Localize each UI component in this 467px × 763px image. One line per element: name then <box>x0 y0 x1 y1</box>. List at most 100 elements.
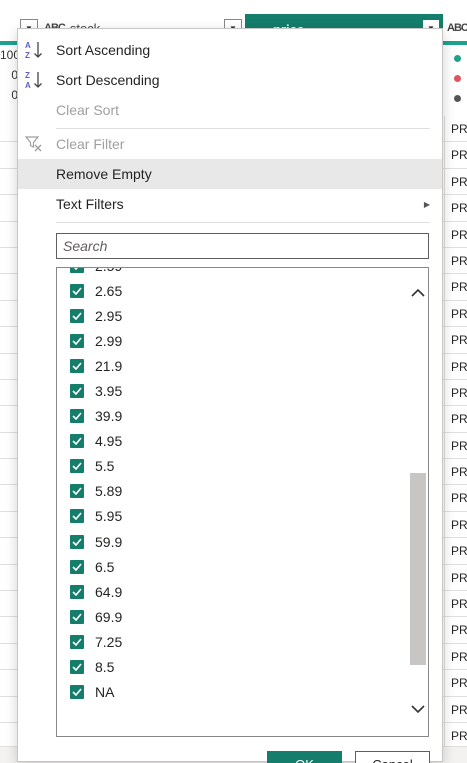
filter-value-item[interactable]: 7.25 <box>57 629 407 654</box>
sort-descending-item[interactable]: Z A Sort Descending <box>18 65 442 95</box>
chevron-down-icon[interactable] <box>407 698 428 720</box>
clear-filter-item[interactable]: Clear Filter <box>18 129 442 159</box>
checkbox-checked-icon[interactable] <box>70 634 84 649</box>
stock-value: 0 <box>11 68 18 82</box>
checkbox-checked-icon[interactable] <box>70 534 84 549</box>
table-cell: PR <box>451 623 467 638</box>
table-cell: PR <box>451 280 467 295</box>
stock-value: 0 <box>11 88 18 102</box>
sort-ascending-item[interactable]: A Z Sort Ascending <box>18 35 442 65</box>
checkbox-checked-icon[interactable] <box>70 384 84 399</box>
column-filter-menu: A Z Sort Ascending Z A Sort Descending C… <box>17 28 443 763</box>
filter-value-label: 5.89 <box>95 483 123 500</box>
table-cell: PR <box>451 359 467 374</box>
text-filters-item[interactable]: Text Filters ▶ <box>18 189 442 219</box>
sort-ascending-icon: A Z <box>24 40 44 60</box>
filter-value-item[interactable]: 5.5 <box>57 454 407 479</box>
table-cell: PR <box>451 676 467 691</box>
checkbox-checked-icon[interactable] <box>70 584 84 599</box>
filter-value-item[interactable]: 3.95 <box>57 378 407 403</box>
filter-value-item[interactable]: 64.9 <box>57 579 407 604</box>
text-type-icon: ABC <box>447 22 467 34</box>
checkbox-checked-icon[interactable] <box>70 660 84 675</box>
filter-values-list[interactable]: 2.59 2.65 2.95 2.99 21.9 3.95 39.9 4.95 5.5 5.89 5… <box>56 267 429 737</box>
checkbox-checked-icon[interactable] <box>70 268 84 273</box>
table-cell: PR <box>451 253 467 268</box>
checkbox-checked-icon[interactable] <box>70 559 84 574</box>
filter-value-label: 3.95 <box>95 383 123 400</box>
checkbox-checked-icon[interactable] <box>70 685 84 700</box>
text-filters-label: Text Filters <box>56 196 124 212</box>
clear-sort-item[interactable]: Clear Sort <box>18 95 442 125</box>
checkbox-checked-icon[interactable] <box>70 509 84 524</box>
filter-value-item[interactable]: 59.9 <box>57 529 407 554</box>
stock-quality-values: 100 0 0 <box>0 45 20 105</box>
table-cell: PR <box>451 702 467 717</box>
chevron-up-icon[interactable] <box>407 282 428 304</box>
filter-value-label: 2.95 <box>95 307 123 324</box>
filter-value-label: 5.95 <box>95 508 123 525</box>
cancel-button[interactable]: Cancel <box>355 751 430 763</box>
svg-text:A: A <box>25 41 31 50</box>
error-dot-icon <box>454 75 461 82</box>
checkbox-checked-icon[interactable] <box>70 609 84 624</box>
scrollbar[interactable] <box>407 268 428 736</box>
table-cell: PR <box>451 438 467 453</box>
next-column-cells: PR PR PR PR PR PR PR PR PR PR PR PR PR PR PR PR PR PR PR PR… <box>444 116 467 750</box>
filter-value-item[interactable]: 39.9 <box>57 404 407 429</box>
filter-value-item[interactable]: 2.95 <box>57 303 407 328</box>
filter-value-label: 39.9 <box>95 408 123 425</box>
filter-value-label: NA <box>95 684 115 701</box>
filter-value-item[interactable]: 6.5 <box>57 554 407 579</box>
remove-empty-label: Remove Empty <box>56 166 152 182</box>
svg-text:Z: Z <box>25 71 30 80</box>
table-cell: PR <box>451 597 467 612</box>
filter-value-label: 5.5 <box>95 458 115 475</box>
table-cell: PR <box>451 174 467 189</box>
checkbox-checked-icon[interactable] <box>70 333 84 348</box>
filter-value-label: 2.59 <box>95 268 122 274</box>
checkbox-checked-icon[interactable] <box>70 459 84 474</box>
empty-dot-icon <box>454 95 461 102</box>
table-cell: PR <box>451 122 467 136</box>
checkbox-checked-icon[interactable] <box>70 484 84 499</box>
table-cell: PR <box>451 385 467 400</box>
filter-value-item[interactable]: 5.95 <box>57 504 407 529</box>
clear-filter-icon <box>24 134 44 154</box>
checkbox-checked-icon[interactable] <box>70 409 84 424</box>
clear-filter-label: Clear Filter <box>56 136 125 152</box>
filter-value-item[interactable]: 2.65 <box>57 278 407 303</box>
sort-ascending-label: Sort Ascending <box>56 42 151 58</box>
filter-value-item[interactable]: 21.9 <box>57 353 407 378</box>
scrollbar-thumb[interactable] <box>410 473 426 665</box>
filter-value-item[interactable]: 4.95 <box>57 429 407 454</box>
checkbox-checked-icon[interactable] <box>70 434 84 449</box>
filter-value-item[interactable]: NA <box>57 680 407 705</box>
filter-value-label: 21.9 <box>95 357 123 374</box>
column-header-next[interactable]: ABC <box>444 14 467 42</box>
table-cell: PR <box>451 412 467 427</box>
filter-value-item[interactable]: 2.99 <box>57 328 407 353</box>
checkbox-checked-icon[interactable] <box>70 283 84 298</box>
filter-value-item[interactable]: 69.9 <box>57 604 407 629</box>
checkbox-checked-icon[interactable] <box>70 358 84 373</box>
filter-value-item[interactable]: 5.89 <box>57 479 407 504</box>
table-cell: PR <box>451 148 467 163</box>
table-cell: PR <box>451 201 467 216</box>
checkbox-checked-icon[interactable] <box>70 308 84 323</box>
ok-button[interactable]: OK <box>267 751 342 763</box>
table-cell: PR <box>451 491 467 506</box>
filter-value-label: 59.9 <box>95 533 123 550</box>
table-cell: PR <box>451 517 467 532</box>
sort-descending-icon: Z A <box>24 70 44 90</box>
chevron-right-icon: ▶ <box>423 199 430 209</box>
filter-value-label: 69.9 <box>95 608 123 625</box>
quality-dots <box>454 55 461 115</box>
filter-value-item[interactable]: 2.59 <box>57 268 407 278</box>
svg-text:A: A <box>25 81 31 90</box>
search-input[interactable]: Search <box>56 233 429 259</box>
filter-value-label: 2.65 <box>95 282 123 299</box>
filter-value-label: 4.95 <box>95 433 123 450</box>
remove-empty-item[interactable]: Remove Empty <box>18 159 442 189</box>
filter-value-item[interactable]: 8.5 <box>57 655 407 680</box>
